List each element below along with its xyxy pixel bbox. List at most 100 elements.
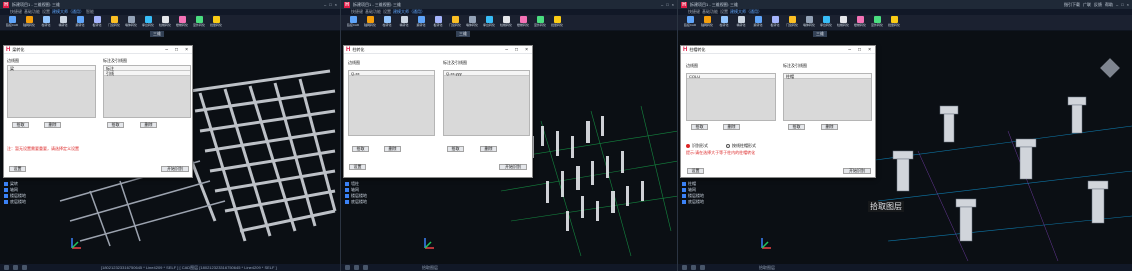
ribbon-item-column[interactable]: 柱转化: [716, 16, 732, 30]
ribbon-item-link-cad[interactable]: 链接CAD: [345, 16, 361, 30]
pick-right-button[interactable]: 拾取: [788, 124, 805, 130]
close-icon[interactable]: ×: [335, 2, 337, 7]
ribbon-item-colcap[interactable]: 柱帽转化: [835, 16, 851, 30]
ribbon-item-grid[interactable]: 轴网转化: [362, 16, 378, 30]
ribbon-item-wall2[interactable]: 墙体转化: [801, 16, 817, 30]
settings-button[interactable]: 设置: [9, 166, 26, 172]
maximize-icon[interactable]: □: [515, 47, 518, 53]
ribbon-item-batch[interactable]: 批量转化: [208, 16, 224, 30]
ribbon-item-cap[interactable]: 承台转化: [481, 16, 497, 30]
line-cap-mode-radio[interactable]: 按线柱帽形式: [726, 143, 756, 149]
tab-shortcut[interactable]: 快捷键: [688, 9, 700, 15]
ribbon-item-wall[interactable]: 墙转化: [733, 16, 749, 30]
ribbon-item-wall[interactable]: 墙转化: [55, 16, 71, 30]
layer-item[interactable]: 底层楼地: [345, 199, 405, 205]
delete-right-button[interactable]: 删除: [480, 146, 497, 152]
ribbon-item-cap[interactable]: 承台转化: [140, 16, 156, 30]
glodon-link[interactable]: 广联: [1083, 2, 1091, 8]
tab-settings[interactable]: 设置: [383, 9, 391, 15]
ribbon-item-beam[interactable]: 梁转化: [750, 16, 766, 30]
edge-layer-list[interactable]: COLU: [686, 73, 776, 121]
ribbon-item-beam[interactable]: 梁转化: [413, 16, 429, 30]
ribbon-item-beam[interactable]: 梁转化: [72, 16, 88, 30]
minimize-icon[interactable]: –: [1116, 2, 1118, 7]
delete-left-button[interactable]: 删除: [384, 146, 401, 152]
ribbon-item-door[interactable]: 门窗转化: [784, 16, 800, 30]
tab-shortcut[interactable]: 快捷键: [10, 9, 22, 15]
recognize-mode-radio[interactable]: 识别形式: [686, 143, 708, 149]
list-item[interactable]: COLU: [687, 74, 775, 79]
ribbon-item-stair[interactable]: 楼梯转化: [852, 16, 868, 30]
tab-shortcut[interactable]: 快捷键: [351, 9, 363, 15]
tab-smart[interactable]: 智能: [86, 9, 94, 15]
ribbon-item-grid[interactable]: 轴网转化: [699, 16, 715, 30]
ribbon-item-wall2[interactable]: 墙体转化: [464, 16, 480, 30]
tab-modeling[interactable]: 建模大师（通用）: [393, 9, 425, 15]
settings-button[interactable]: 设置: [349, 164, 366, 170]
close-icon[interactable]: ×: [525, 47, 528, 53]
pick-left-button[interactable]: 拾取: [691, 124, 708, 130]
maximize-icon[interactable]: □: [175, 47, 178, 53]
delete-left-button[interactable]: 删除: [723, 124, 740, 130]
delete-left-button[interactable]: 删除: [44, 122, 61, 128]
ribbon-item-slab[interactable]: 板转化: [89, 16, 105, 30]
list-item[interactable]: 引线: [104, 71, 190, 76]
ribbon-item-wall[interactable]: 墙转化: [396, 16, 412, 30]
ribbon-item-slab[interactable]: 板转化: [430, 16, 446, 30]
maximize-icon[interactable]: □: [1121, 2, 1123, 7]
feedback-link[interactable]: 反馈: [1094, 2, 1102, 8]
ribbon-item-door[interactable]: 门窗转化: [447, 16, 463, 30]
maximize-icon[interactable]: □: [329, 2, 331, 7]
layer-item[interactable]: 底层楼地: [4, 199, 64, 205]
ribbon-item-cap[interactable]: 承台转化: [818, 16, 834, 30]
minimize-icon[interactable]: –: [848, 47, 851, 53]
list-item[interactable]: Q-xx-yyy: [444, 71, 529, 76]
pick-left-button[interactable]: 拾取: [352, 146, 369, 152]
edge-layer-list[interactable]: Q-xx: [348, 70, 435, 136]
ribbon-item-stair[interactable]: 楼梯转化: [174, 16, 190, 30]
tab-basic[interactable]: 基础功能: [702, 9, 718, 15]
minimize-icon[interactable]: –: [505, 47, 508, 53]
ribbon-item-column[interactable]: 柱转化: [38, 16, 54, 30]
close-icon[interactable]: ×: [185, 47, 188, 53]
edge-layer-list[interactable]: 梁: [7, 65, 96, 118]
layer-item[interactable]: 底层楼地: [682, 199, 742, 205]
delete-right-button[interactable]: 删除: [140, 122, 157, 128]
pick-right-button[interactable]: 拾取: [107, 122, 124, 128]
label-layer-list[interactable]: 柱帽: [783, 73, 872, 121]
ribbon-item-slab[interactable]: 板转化: [767, 16, 783, 30]
start-recognition-button[interactable]: 开始识别: [161, 166, 189, 172]
tab-settings[interactable]: 设置: [720, 9, 728, 15]
tab-basic[interactable]: 基础功能: [365, 9, 381, 15]
tab-settings[interactable]: 设置: [42, 9, 50, 15]
ribbon-item-colcap[interactable]: 柱帽转化: [157, 16, 173, 30]
ribbon-item-door[interactable]: 门窗转化: [106, 16, 122, 30]
start-recognition-button[interactable]: 开始识别: [843, 168, 871, 174]
minimize-icon[interactable]: –: [324, 2, 326, 7]
start-recognition-button[interactable]: 开始识别: [499, 164, 527, 170]
ribbon-item-outdoor[interactable]: 室外转化: [532, 16, 548, 30]
download-guide-link[interactable]: 指引下载: [1064, 2, 1080, 8]
label-layer-list[interactable]: 标注 引线: [103, 65, 191, 118]
ribbon-item-colcap[interactable]: 柱帽转化: [498, 16, 514, 30]
list-item[interactable]: 梁: [8, 66, 95, 71]
pick-right-button[interactable]: 拾取: [447, 146, 464, 152]
ribbon-item-outdoor[interactable]: 室外转化: [869, 16, 885, 30]
ribbon-item-grid[interactable]: 轴网转化: [21, 16, 37, 30]
label-layer-list[interactable]: Q-xx-yyy: [443, 70, 530, 136]
close-icon[interactable]: ×: [1127, 2, 1129, 7]
list-item[interactable]: Q-xx: [349, 71, 434, 76]
tab-modeling[interactable]: 建模大师（通用）: [52, 9, 84, 15]
close-icon[interactable]: ×: [672, 2, 674, 7]
ribbon-item-batch[interactable]: 批量转化: [549, 16, 565, 30]
ribbon-item-wall2[interactable]: 墙体转化: [123, 16, 139, 30]
ribbon-item-stair[interactable]: 楼梯转化: [515, 16, 531, 30]
ribbon-item-link-cad[interactable]: 链接CAD: [4, 16, 20, 30]
delete-right-button[interactable]: 删除: [821, 124, 838, 130]
maximize-icon[interactable]: □: [858, 47, 861, 53]
tab-basic[interactable]: 基础功能: [24, 9, 40, 15]
settings-button[interactable]: 设置: [687, 168, 704, 174]
minimize-icon[interactable]: –: [661, 2, 663, 7]
tab-modeling[interactable]: 建模大师（通用）: [730, 9, 762, 15]
ribbon-item-batch[interactable]: 批量转化: [886, 16, 902, 30]
